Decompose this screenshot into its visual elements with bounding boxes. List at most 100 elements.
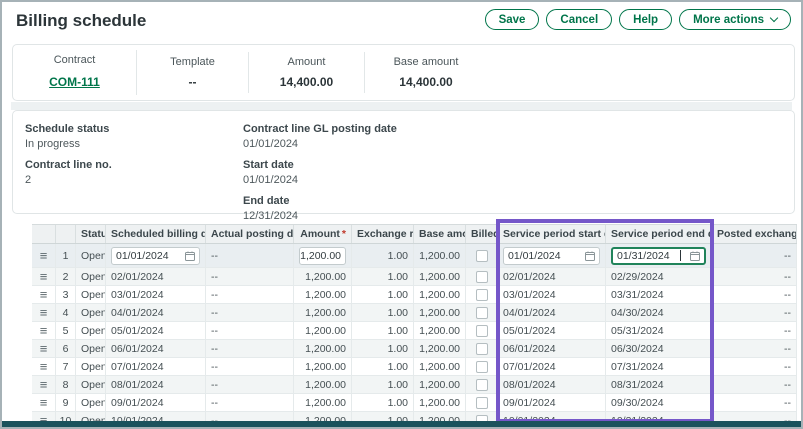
- drag-handle-icon[interactable]: ≡: [40, 380, 48, 390]
- billed-checkbox[interactable]: [476, 307, 488, 319]
- cell-service_start: 07/01/2024: [498, 358, 606, 375]
- contract-label: Contract: [19, 54, 130, 66]
- base-amount-label: Base amount: [371, 56, 481, 68]
- cell-service_start: 06/01/2024: [498, 340, 606, 357]
- end-date-label: End date: [243, 195, 782, 207]
- column-header-label: Base amount: [419, 228, 466, 240]
- table-row: ≡9Open09/01/2024--1,200.001.001,200.0009…: [32, 394, 797, 412]
- drag-handle-icon[interactable]: ≡: [40, 272, 48, 282]
- column-header-scheduled: Scheduled billing date*: [106, 225, 206, 243]
- column-header-posted_rate: Posted exchange rate: [712, 225, 797, 243]
- cell-actual: --: [206, 286, 294, 303]
- cell-num: 5: [56, 322, 76, 339]
- cell-actual: --: [206, 322, 294, 339]
- cell-service_end: 09/30/2024: [606, 394, 712, 411]
- cell-scheduled: 06/01/2024: [106, 340, 206, 357]
- cell-status: Open: [76, 394, 106, 411]
- billing-schedule-table: StatusScheduled billing date*Actual post…: [32, 224, 797, 429]
- drag-handle-icon[interactable]: ≡: [40, 362, 48, 372]
- cell-num: 1: [56, 244, 76, 267]
- cell-exchange_rate: 1.00: [352, 244, 414, 267]
- billed-checkbox[interactable]: [476, 271, 488, 283]
- table-row: ≡8Open08/01/2024--1,200.001.001,200.0008…: [32, 376, 797, 394]
- cell-service_start: 03/01/2024: [498, 286, 606, 303]
- cell-service_start: 02/01/2024: [498, 268, 606, 285]
- cell-handle: ≡: [32, 322, 56, 339]
- cell-num: 3: [56, 286, 76, 303]
- calendar-icon: [690, 251, 700, 261]
- cell-handle: ≡: [32, 340, 56, 357]
- start-date-value: 01/01/2024: [243, 174, 782, 186]
- cell-exchange_rate: 1.00: [352, 340, 414, 357]
- cell-base_amount: 1,200.00: [414, 268, 466, 285]
- billed-checkbox[interactable]: [476, 250, 488, 262]
- column-header-exchange_rate: Exchange rate: [352, 225, 414, 243]
- table-row: ≡2Open02/01/2024--1,200.001.001,200.0002…: [32, 268, 797, 286]
- drag-handle-icon[interactable]: ≡: [40, 398, 48, 408]
- contract-link[interactable]: COM-111: [49, 75, 100, 89]
- end-date-field: End date 12/31/2024: [243, 195, 782, 222]
- cell-posted_rate: --: [712, 340, 797, 357]
- cell-service_start: 04/01/2024: [498, 304, 606, 321]
- cell-amount: 1,200.00: [294, 268, 352, 285]
- cell-base_amount: 1,200.00: [414, 322, 466, 339]
- billed-checkbox[interactable]: [476, 325, 488, 337]
- cell-num: 4: [56, 304, 76, 321]
- end-date-value: 12/31/2024: [243, 210, 782, 222]
- cell-exchange_rate: 1.00: [352, 358, 414, 375]
- drag-handle-icon[interactable]: ≡: [40, 326, 48, 336]
- cell-handle: ≡: [32, 358, 56, 375]
- cell-handle: ≡: [32, 304, 56, 321]
- schedule-status-value: In progress: [25, 138, 243, 150]
- schedule-status-field: Schedule status In progress: [25, 123, 243, 150]
- more-actions-button[interactable]: More actions: [679, 9, 791, 30]
- cell-num: 2: [56, 268, 76, 285]
- cell-status: Open: [76, 244, 106, 267]
- cell-handle: ≡: [32, 244, 56, 267]
- table-body: ≡1Open01/01/2024--1,200.001.001,200.0001…: [32, 244, 797, 429]
- column-header-actual: Actual posting date: [206, 225, 294, 243]
- help-button[interactable]: Help: [619, 9, 672, 30]
- service_end-input[interactable]: 01/31/2024: [611, 247, 706, 265]
- summary-amount: Amount 14,400.00: [249, 52, 365, 93]
- billed-checkbox[interactable]: [476, 397, 488, 409]
- drag-handle-icon[interactable]: ≡: [40, 290, 48, 300]
- base-amount-value: 14,400.00: [371, 75, 481, 89]
- billed-checkbox[interactable]: [476, 361, 488, 373]
- cancel-button[interactable]: Cancel: [546, 9, 612, 30]
- cell-base_amount: 1,200.00: [414, 394, 466, 411]
- cell-actual: --: [206, 358, 294, 375]
- contract-line-no-field: Contract line no. 2: [25, 159, 243, 186]
- cell-actual: --: [206, 394, 294, 411]
- cell-scheduled: 08/01/2024: [106, 376, 206, 393]
- amount-input[interactable]: 1,200.00: [299, 247, 346, 265]
- page-title: Billing schedule: [16, 11, 146, 31]
- cell-service_end: 07/31/2024: [606, 358, 712, 375]
- cell-scheduled: 03/01/2024: [106, 286, 206, 303]
- details-left-column: Schedule status In progress Contract lin…: [25, 123, 243, 205]
- billed-checkbox[interactable]: [476, 343, 488, 355]
- cell-actual: --: [206, 244, 294, 267]
- billed-checkbox[interactable]: [476, 379, 488, 391]
- cell-base_amount: 1,200.00: [414, 244, 466, 267]
- drag-handle-icon[interactable]: ≡: [40, 251, 48, 261]
- cell-service_start: 01/01/2024: [498, 244, 606, 267]
- scheduled-input[interactable]: 01/01/2024: [111, 247, 200, 265]
- cell-service_start: 05/01/2024: [498, 322, 606, 339]
- schedule-details-card: Schedule status In progress Contract lin…: [12, 110, 795, 214]
- cell-num: 7: [56, 358, 76, 375]
- column-header-label: Amount: [300, 228, 340, 240]
- billed-checkbox[interactable]: [476, 289, 488, 301]
- drag-handle-icon[interactable]: ≡: [40, 308, 48, 318]
- cell-status: Open: [76, 376, 106, 393]
- cell-num: 6: [56, 340, 76, 357]
- cell-amount: 1,200.00: [294, 244, 352, 267]
- cell-handle: ≡: [32, 286, 56, 303]
- cell-exchange_rate: 1.00: [352, 286, 414, 303]
- drag-handle-icon[interactable]: ≡: [40, 344, 48, 354]
- template-label: Template: [143, 56, 242, 68]
- cell-status: Open: [76, 358, 106, 375]
- column-header-label: Service period end date: [611, 228, 712, 240]
- service_start-input[interactable]: 01/01/2024: [503, 247, 600, 265]
- save-button[interactable]: Save: [485, 9, 540, 30]
